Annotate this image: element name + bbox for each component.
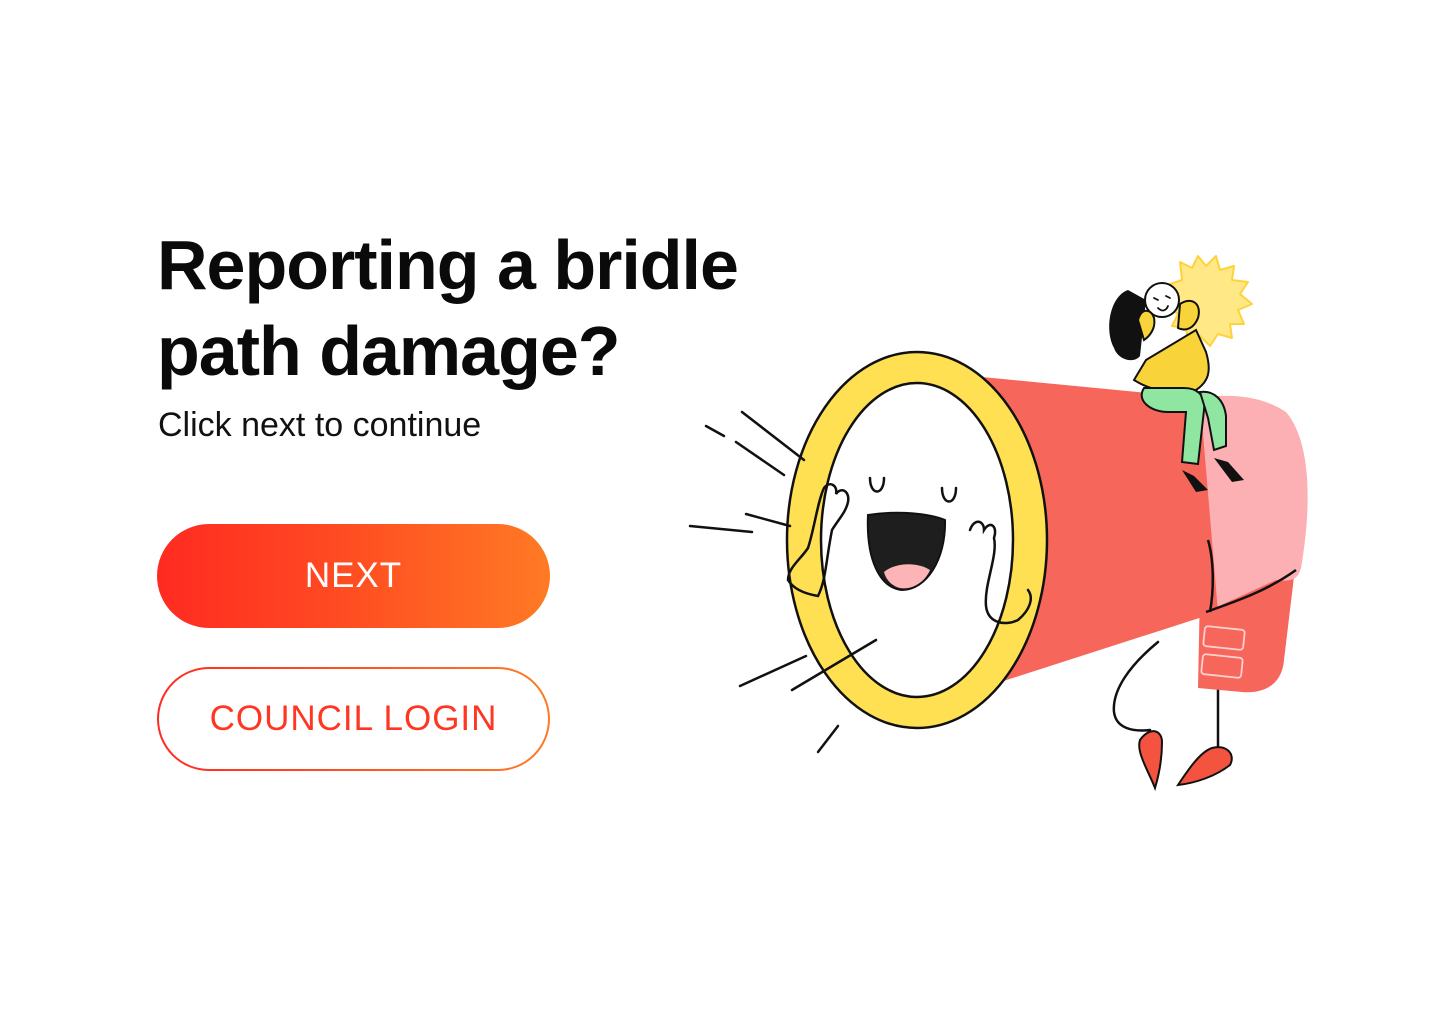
megaphone-character-icon bbox=[688, 255, 1308, 792]
next-button[interactable]: NEXT bbox=[157, 524, 550, 628]
right-foot bbox=[1175, 746, 1233, 787]
council-login-button-label: COUNCIL LOGIN bbox=[209, 699, 498, 738]
council-login-button[interactable]: COUNCIL LOGIN bbox=[157, 667, 550, 771]
page-subtitle: Click next to continue bbox=[158, 406, 482, 444]
next-button-label: NEXT bbox=[304, 556, 403, 595]
left-foot bbox=[1138, 730, 1164, 792]
landing-page: Reporting a bridle path damage? Click ne… bbox=[0, 0, 1440, 1024]
